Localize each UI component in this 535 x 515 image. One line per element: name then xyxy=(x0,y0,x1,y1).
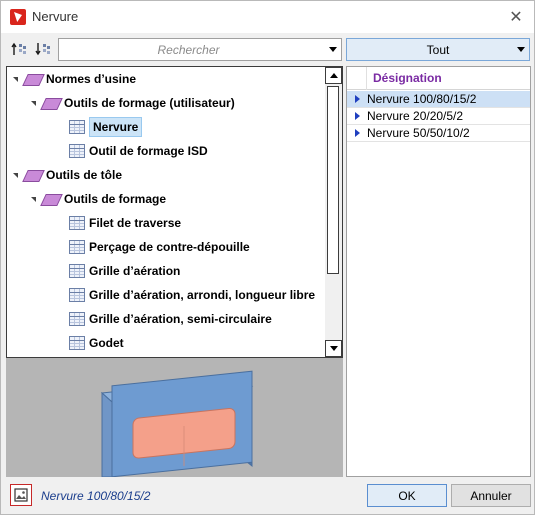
chevron-down-icon xyxy=(517,47,525,52)
tree-item[interactable]: Godet xyxy=(69,331,124,355)
scroll-thumb[interactable] xyxy=(327,86,339,274)
list-item-label: Nervure 50/50/10/2 xyxy=(367,126,470,140)
sort-ascending-button[interactable] xyxy=(10,39,30,61)
search-input[interactable] xyxy=(61,41,316,58)
expand-triangle-icon[interactable] xyxy=(31,196,36,202)
table-icon xyxy=(69,288,85,302)
cancel-button[interactable]: Annuler xyxy=(451,484,531,507)
tree-item[interactable]: Perçage de contre-dépouille xyxy=(69,235,250,259)
category-tree[interactable]: Normes d’usine Outils de formage (utilisa… xyxy=(6,66,343,358)
list-item[interactable]: Nervure 100/80/15/2 xyxy=(347,91,530,108)
arrow-down-icon xyxy=(329,346,338,351)
catalog-book-icon xyxy=(24,72,42,86)
tree-item-label: Outils de formage xyxy=(64,192,167,206)
tree-item[interactable]: Normes d’usine xyxy=(13,67,136,91)
list-item-label: Nervure 20/20/5/2 xyxy=(367,109,464,123)
tree-item-label: Filet de traverse xyxy=(89,216,182,230)
rib-preview-image xyxy=(100,370,254,478)
sort-descending-button[interactable] xyxy=(34,39,54,61)
table-icon xyxy=(69,120,85,134)
toggle-preview-button[interactable] xyxy=(10,484,32,506)
catalog-book-icon xyxy=(42,96,60,110)
tree-item-label: Godet xyxy=(89,336,124,350)
tree-item-label: Outil de formage ISD xyxy=(89,144,208,158)
table-icon xyxy=(69,240,85,254)
catalog-book-icon xyxy=(42,192,60,206)
list-item[interactable]: Nervure 20/20/5/2 xyxy=(347,108,530,125)
table-icon xyxy=(69,144,85,158)
tree-item[interactable]: Grille d’aération, semi-circulaire xyxy=(69,307,272,331)
tree-item[interactable]: Grille d’aération xyxy=(69,259,180,283)
tree-item-label: Grille d’aération, semi-circulaire xyxy=(89,312,272,326)
table-icon xyxy=(69,336,85,350)
tree-item[interactable]: Outil de formage ISD xyxy=(69,139,208,163)
tree-item[interactable]: Outils de formage xyxy=(31,187,166,211)
row-indicator xyxy=(347,91,367,107)
row-pointer-icon xyxy=(354,95,360,103)
sort-ascending-icon xyxy=(11,42,26,55)
scroll-up-button[interactable] xyxy=(325,67,342,84)
ok-button[interactable]: OK xyxy=(367,484,447,507)
table-icon xyxy=(69,312,85,326)
expand-triangle-icon[interactable] xyxy=(13,76,18,82)
selected-variant-label: Nervure 100/80/15/2 xyxy=(41,489,151,503)
row-indicator xyxy=(347,108,367,124)
row-indicator xyxy=(347,125,367,141)
app-logo-icon xyxy=(10,9,26,25)
tree-item-label: Outils de formage (utilisateur) xyxy=(64,96,235,110)
tree-item[interactable]: Nervure xyxy=(69,115,143,139)
tree-item[interactable]: Outils de formage (utilisateur) xyxy=(31,91,235,115)
image-icon xyxy=(14,488,28,502)
column-header-designation[interactable]: Désignation xyxy=(367,71,442,85)
tree-item[interactable]: Outils de tôle xyxy=(13,163,122,187)
filter-dropdown[interactable]: Tout xyxy=(346,38,530,61)
sort-descending-icon xyxy=(35,43,50,56)
preview-panel xyxy=(6,358,343,478)
expand-triangle-icon[interactable] xyxy=(13,172,18,178)
dialog-window: Nervure ✕ Tout Normes d’usineOu xyxy=(0,0,535,515)
filter-value: Tout xyxy=(426,42,450,57)
tree-item[interactable]: Grille d’aération, arrondi, longueur lib… xyxy=(69,283,315,307)
scroll-down-button[interactable] xyxy=(325,340,342,357)
tree-item-label: Perçage de contre-dépouille xyxy=(89,240,250,254)
expand-triangle-icon[interactable] xyxy=(31,100,36,106)
chevron-down-icon[interactable] xyxy=(329,47,337,52)
tree-scrollbar[interactable] xyxy=(325,67,342,357)
table-icon xyxy=(69,216,85,230)
list-item[interactable]: Nervure 50/50/10/2 xyxy=(347,125,530,142)
close-icon: ✕ xyxy=(509,9,523,26)
header-gutter xyxy=(347,66,367,90)
close-button[interactable]: ✕ xyxy=(506,7,526,27)
search-combobox[interactable] xyxy=(58,38,342,61)
arrow-up-icon xyxy=(329,73,338,78)
variant-list[interactable]: Désignation Nervure 100/80/15/2 Nervure 2… xyxy=(346,66,531,477)
tree-item[interactable]: Filet de traverse xyxy=(69,211,181,235)
row-pointer-icon xyxy=(354,112,360,120)
tree-item-label: Normes d’usine xyxy=(46,72,137,86)
tree-item-label: Grille d’aération, arrondi, longueur lib… xyxy=(89,288,316,302)
title-bar: Nervure ✕ xyxy=(1,1,534,33)
row-pointer-icon xyxy=(354,129,360,137)
window-title: Nervure xyxy=(32,9,79,24)
catalog-book-icon xyxy=(24,168,42,182)
table-icon xyxy=(69,264,85,278)
tree-item-label: Grille d’aération xyxy=(89,264,181,278)
list-header[interactable]: Désignation xyxy=(347,66,530,90)
tree-item-label: Nervure xyxy=(89,117,143,137)
list-item-label: Nervure 100/80/15/2 xyxy=(367,92,477,106)
tree-item-label: Outils de tôle xyxy=(46,168,123,182)
